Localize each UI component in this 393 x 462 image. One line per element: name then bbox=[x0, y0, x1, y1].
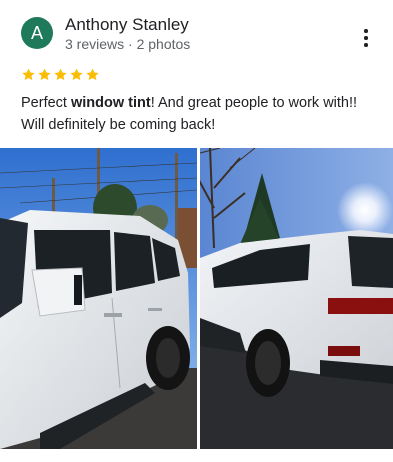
author-name[interactable]: Anthony Stanley bbox=[65, 15, 189, 35]
star-icon bbox=[53, 67, 68, 82]
author-avatar[interactable]: A bbox=[21, 17, 53, 49]
author-meta: 3 reviews · 2 photos bbox=[65, 36, 191, 52]
star-icon bbox=[21, 67, 36, 82]
review-header: A Anthony Stanley 3 reviews · 2 photos bbox=[0, 0, 393, 62]
review-text: Perfect window tint! And great people to… bbox=[21, 92, 381, 136]
photo-white-suv-front[interactable] bbox=[0, 148, 197, 449]
star-icon bbox=[85, 67, 100, 82]
photo-white-suv-rear[interactable] bbox=[200, 148, 393, 449]
review-text-start: Perfect bbox=[21, 95, 71, 111]
more-vert-icon[interactable] bbox=[354, 26, 378, 50]
star-icon bbox=[69, 67, 84, 82]
rating-stars bbox=[21, 67, 100, 85]
star-icon bbox=[37, 67, 52, 82]
review-text-bold: window tint bbox=[70, 95, 151, 111]
